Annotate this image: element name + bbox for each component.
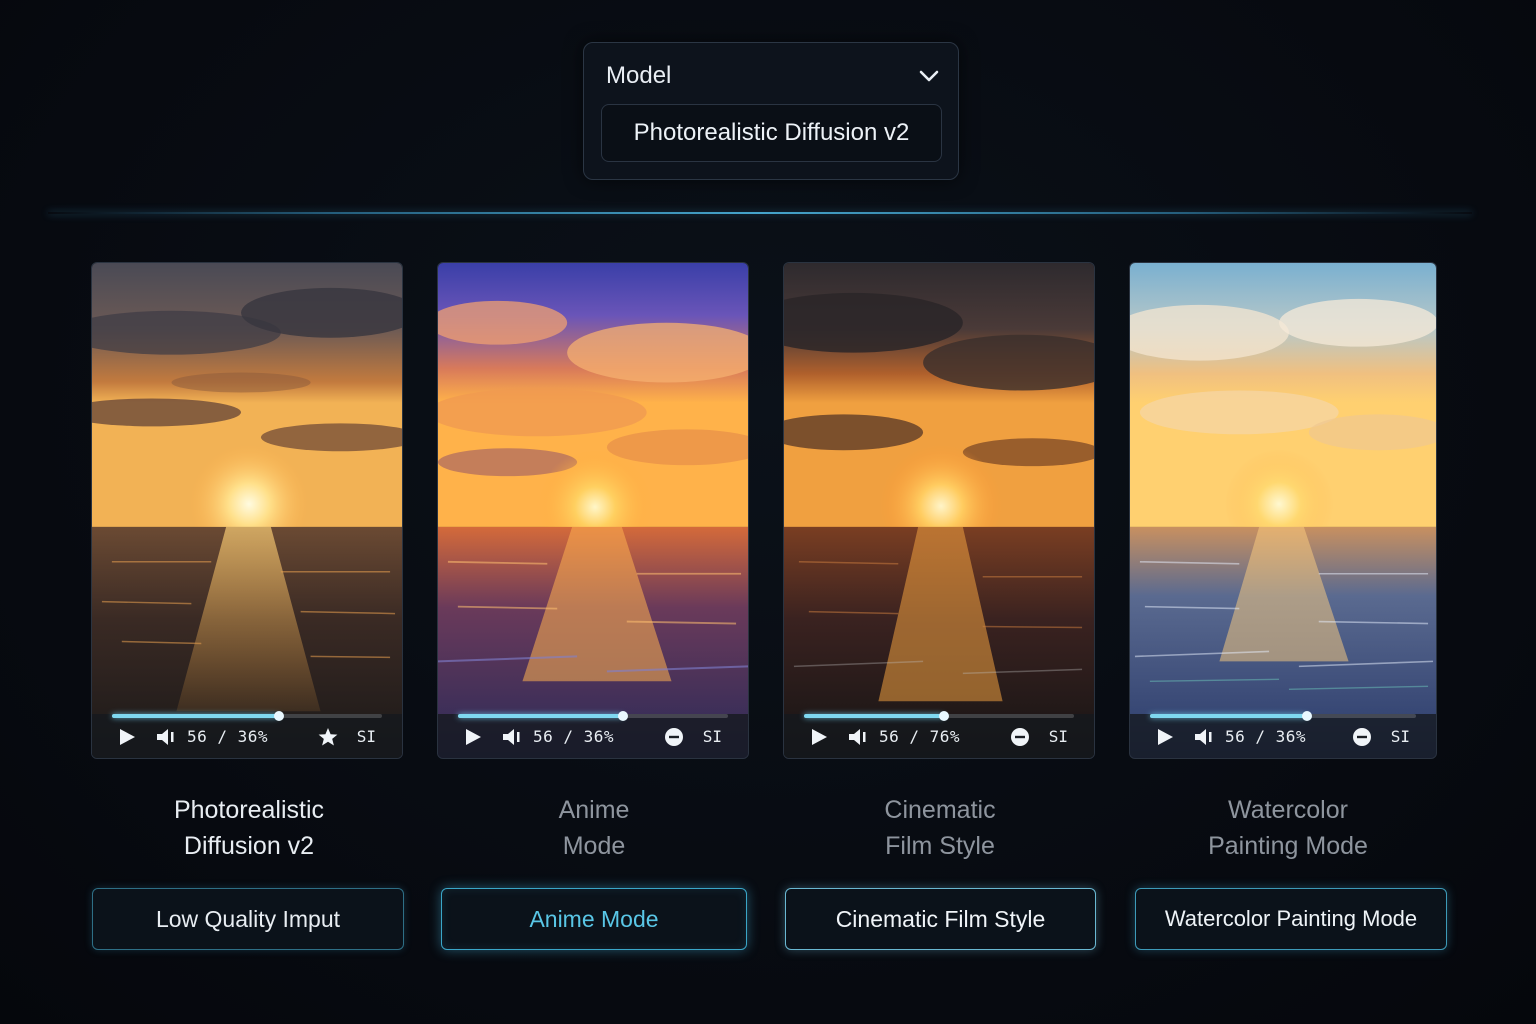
sunset-preview-image: [438, 263, 748, 758]
caption-line: Watercolor: [1228, 796, 1348, 824]
progress-fill: [112, 714, 280, 718]
model-select-value[interactable]: Photorealistic Diffusion v2: [601, 104, 942, 162]
sunset-preview-image: [784, 263, 1094, 758]
cinematic-film-style-button[interactable]: Cinematic Film Style: [785, 888, 1096, 950]
time-readout: 56 / 76%: [879, 727, 961, 746]
caption-line: Film Style: [885, 832, 995, 860]
watercolor-painting-mode-button[interactable]: Watercolor Painting Mode: [1135, 888, 1447, 950]
card-caption: Watercolor Painting Mode: [1132, 792, 1444, 864]
preview-card-anime[interactable]: 56 / 36% SI: [437, 262, 749, 759]
caption-line: Mode: [562, 832, 626, 860]
volume-icon[interactable]: [1194, 728, 1216, 746]
play-icon[interactable]: [118, 728, 136, 746]
progress-knob[interactable]: [1301, 711, 1312, 721]
low-quality-input-button[interactable]: Low Quality Imput: [92, 888, 404, 950]
anime-mode-button[interactable]: Anime Mode: [441, 888, 747, 950]
preview-card-cinematic[interactable]: 56 / 76% SI: [783, 262, 1095, 759]
tag-label: SI: [356, 727, 376, 746]
tag-label: SI: [1390, 727, 1410, 746]
play-icon[interactable]: [464, 728, 482, 746]
card-caption: Photorealistic Diffusion v2: [93, 792, 405, 864]
time-readout: 56 / 36%: [1225, 727, 1307, 746]
caption-line: Painting Mode: [1208, 832, 1368, 860]
video-controls: 56 / 76% SI: [784, 711, 1094, 758]
volume-icon[interactable]: [848, 728, 870, 746]
minus-circle-icon[interactable]: [1352, 727, 1372, 747]
tag-label: SI: [702, 727, 722, 746]
minus-circle-icon[interactable]: [664, 727, 684, 747]
progress-knob[interactable]: [939, 711, 950, 721]
video-controls: 56 / 36% SI: [1130, 711, 1436, 758]
preview-card-watercolor[interactable]: 56 / 36% SI: [1129, 262, 1437, 759]
volume-icon[interactable]: [156, 728, 178, 746]
caption-line: Anime: [558, 796, 630, 824]
progress-knob[interactable]: [274, 711, 285, 721]
star-icon[interactable]: [318, 727, 338, 747]
card-caption: Anime Mode: [438, 792, 750, 864]
progress-bar[interactable]: [458, 711, 728, 721]
card-caption: Cinematic Film Style: [784, 792, 1096, 864]
progress-bar[interactable]: [112, 711, 382, 721]
progress-fill: [458, 714, 623, 718]
preview-card-photorealistic[interactable]: 56 / 36% SI: [91, 262, 403, 759]
play-icon[interactable]: [810, 728, 828, 746]
progress-knob[interactable]: [617, 711, 628, 721]
video-controls: 56 / 36% SI: [92, 711, 402, 758]
caption-line: Diffusion v2: [183, 832, 315, 860]
caption-line: Photorealistic: [173, 796, 325, 824]
divider: [48, 212, 1472, 214]
video-controls: 56 / 36% SI: [438, 711, 748, 758]
volume-icon[interactable]: [502, 728, 524, 746]
play-icon[interactable]: [1156, 728, 1174, 746]
time-readout: 56 / 36%: [187, 727, 269, 746]
minus-circle-icon[interactable]: [1010, 727, 1030, 747]
tag-label: SI: [1048, 727, 1068, 746]
progress-fill: [1150, 714, 1307, 718]
progress-fill: [804, 714, 945, 718]
chevron-down-icon[interactable]: [918, 65, 940, 87]
model-selector[interactable]: Model Photorealistic Diffusion v2: [583, 42, 959, 180]
model-label: Model: [606, 62, 672, 89]
sunset-preview-image: [1130, 263, 1436, 758]
caption-line: Cinematic: [884, 796, 996, 824]
sunset-preview-image: [92, 263, 402, 758]
progress-bar[interactable]: [1150, 711, 1416, 721]
time-readout: 56 / 36%: [533, 727, 615, 746]
progress-bar[interactable]: [804, 711, 1074, 721]
page: Model Photorealistic Diffusion v2 56 / 3…: [0, 0, 1536, 1024]
